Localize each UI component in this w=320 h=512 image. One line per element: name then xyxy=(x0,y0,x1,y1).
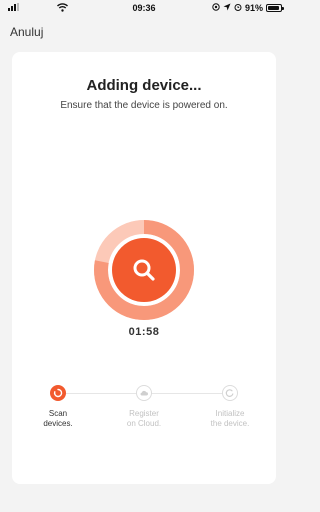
page-title: Adding device... xyxy=(86,77,202,94)
status-bar: 09:36 91% xyxy=(0,0,288,16)
step-initialize-device: Initialize the device. xyxy=(190,385,270,429)
navigation-arrow-icon xyxy=(223,3,231,13)
power-icon xyxy=(222,385,238,401)
cloud-icon xyxy=(136,385,152,401)
battery-icon xyxy=(266,4,284,12)
location-icon xyxy=(212,3,220,13)
step-label: Initialize the device. xyxy=(210,409,250,428)
step-label: Scan devices. xyxy=(43,409,73,428)
page-subtitle: Ensure that the device is powered on. xyxy=(60,100,228,111)
adding-device-card: Adding device... Ensure that the device … xyxy=(12,52,276,484)
step-label: Register on Cloud. xyxy=(126,409,162,428)
step-register-cloud: Register on Cloud. xyxy=(104,385,184,429)
battery-percent: 91% xyxy=(244,3,263,13)
search-button[interactable] xyxy=(112,238,176,302)
countdown-timer: 01:58 xyxy=(128,326,160,338)
alarm-icon xyxy=(234,3,242,13)
search-icon xyxy=(133,259,155,281)
step-scan-devices: Scan devices. xyxy=(18,385,98,429)
cancel-button[interactable]: Anuluj xyxy=(10,25,43,39)
spinner-icon xyxy=(50,385,66,401)
